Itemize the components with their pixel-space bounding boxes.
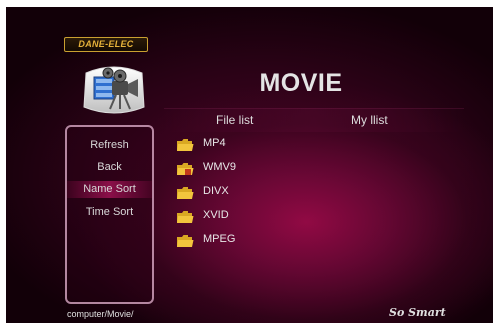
brand-tagline: So Smart — [389, 306, 446, 319]
folder-icon — [177, 211, 194, 223]
file-name: MPEG — [203, 233, 236, 245]
tab-file-list[interactable]: File list — [216, 113, 253, 127]
locked-folder-icon — [177, 163, 194, 175]
file-row[interactable]: DIVX — [176, 184, 326, 202]
folder-icon — [177, 235, 194, 247]
tab-my-list[interactable]: My llist — [351, 113, 388, 127]
file-name: WMV9 — [203, 161, 236, 173]
file-row[interactable]: XVID — [176, 208, 326, 226]
folder-icon — [177, 139, 194, 151]
file-row[interactable]: MP4 — [176, 136, 326, 154]
file-name: MP4 — [203, 137, 226, 149]
menu-item-name-sort[interactable]: Name Sort — [67, 181, 152, 198]
media-player-screen: DANE-ELEC MOVIE File list My llist Refre… — [6, 7, 493, 323]
brand-logo: DANE-ELEC — [64, 37, 148, 52]
folder-icon — [177, 187, 194, 199]
menu-item-time-sort[interactable]: Time Sort — [67, 204, 152, 221]
file-name: XVID — [203, 209, 229, 221]
file-row[interactable]: WMV9 — [176, 160, 326, 178]
movie-camera-icon — [83, 66, 145, 114]
menu-item-refresh[interactable]: Refresh — [67, 137, 152, 154]
file-row[interactable]: MPEG — [176, 232, 326, 250]
page-title: MOVIE — [259, 69, 343, 97]
menu-item-back[interactable]: Back — [67, 159, 152, 176]
file-name: DIVX — [203, 185, 229, 197]
current-path: computer/Movie/ — [67, 309, 134, 319]
list-header-band — [164, 108, 464, 132]
